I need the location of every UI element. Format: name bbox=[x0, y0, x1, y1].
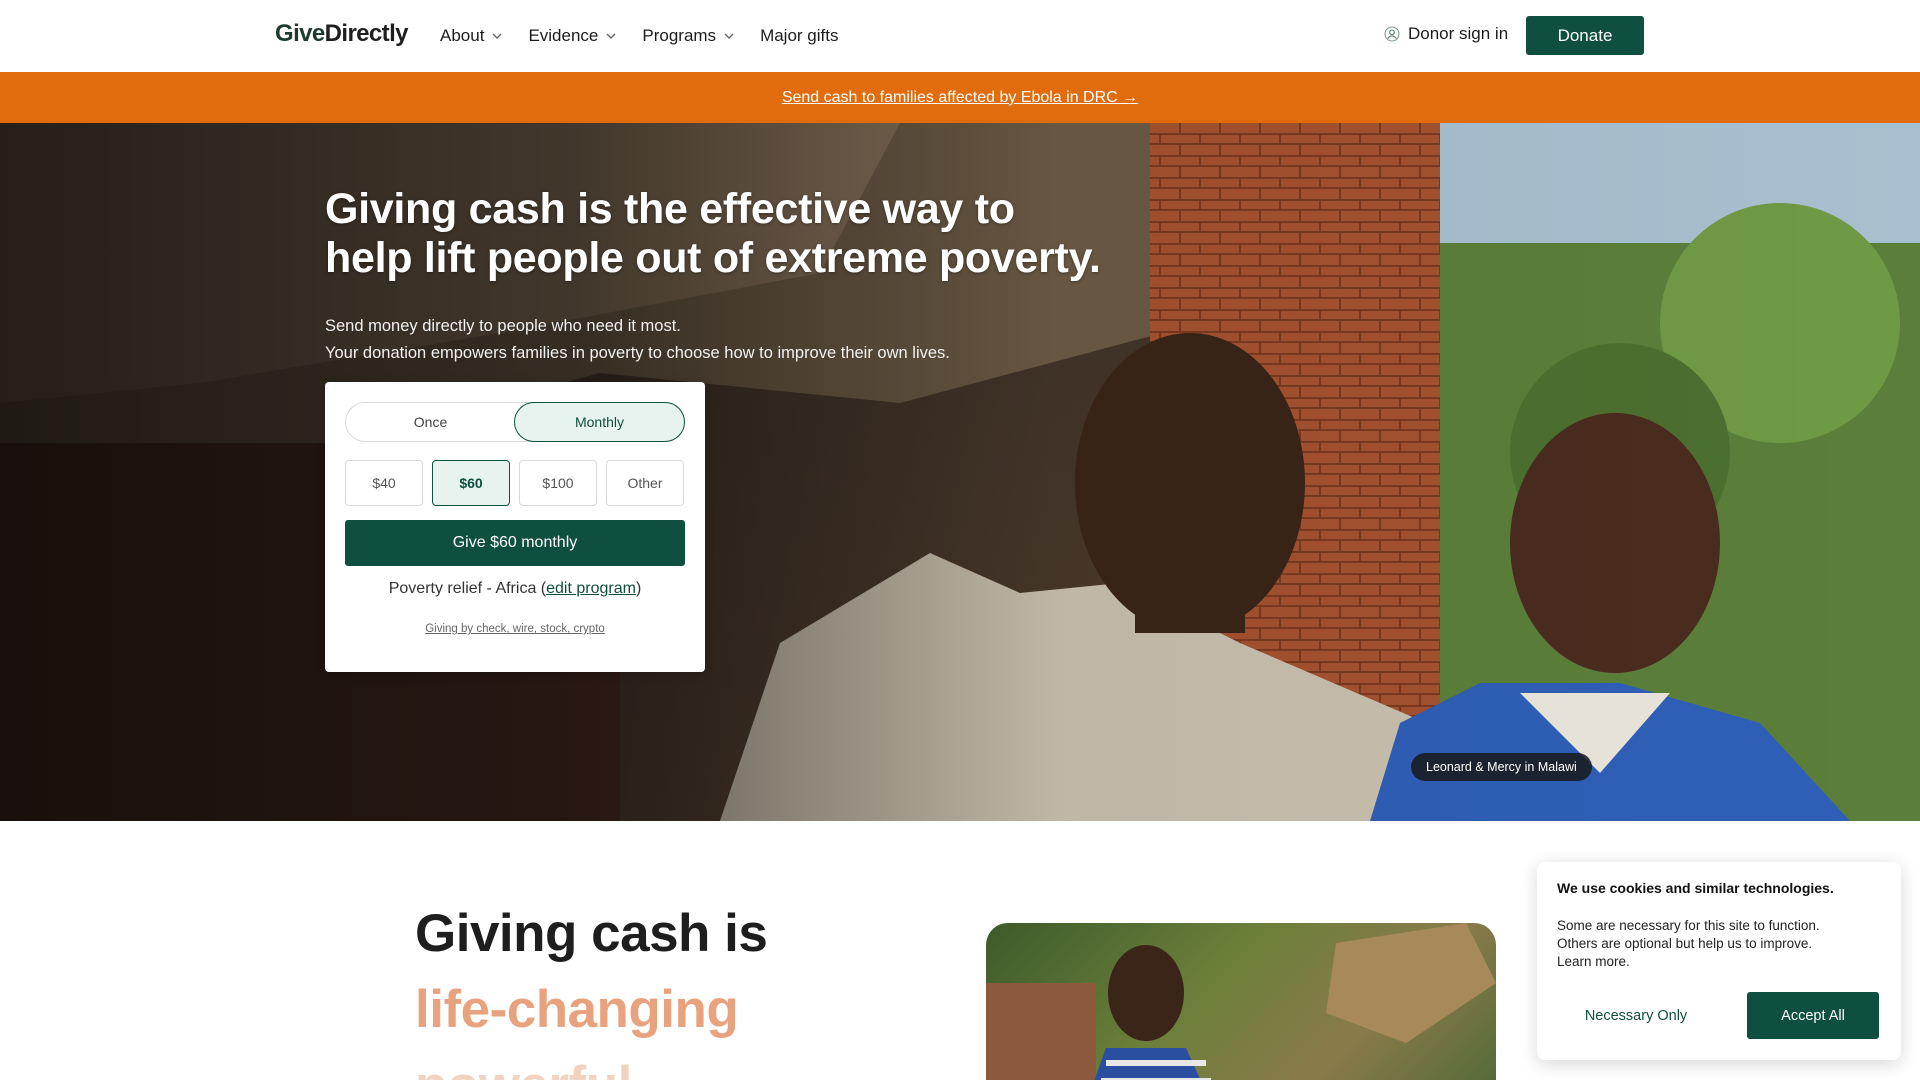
hero-section: Giving cash is the effective way to help… bbox=[0, 123, 1920, 821]
nav-label-about: About bbox=[440, 26, 485, 45]
cookie-body-line-2: Others are optional but help us to impro… bbox=[1557, 936, 1813, 951]
program-selection: Poverty relief - Africa (edit program) bbox=[325, 580, 705, 598]
edit-program-link[interactable]: edit program bbox=[546, 580, 636, 597]
hero-subtitle-line-1: Send money directly to people who need i… bbox=[325, 317, 681, 335]
nav-label-major-gifts: Major gifts bbox=[760, 26, 839, 45]
site-header: GiveDirectly About Evidence Programs Maj… bbox=[0, 0, 1920, 72]
chevron-down-icon bbox=[606, 33, 616, 39]
cookie-consent-dialog: We use cookies and similar technologies.… bbox=[1537, 862, 1901, 1060]
ebola-drc-link[interactable]: Send cash to families affected by Ebola … bbox=[782, 89, 1138, 107]
hero-subtitle-line-2: Your donation empowers families in pover… bbox=[325, 344, 950, 362]
program-paren-close: ) bbox=[635, 580, 642, 597]
nav-item-major-gifts[interactable]: Major gifts bbox=[760, 26, 838, 46]
cookie-body-line-1: Some are necessary for this site to func… bbox=[1557, 918, 1820, 933]
frequency-monthly[interactable]: Monthly bbox=[514, 402, 685, 442]
necessary-only-button[interactable]: Necessary Only bbox=[1557, 992, 1715, 1039]
frequency-once[interactable]: Once bbox=[346, 403, 515, 441]
donor-sign-in-label: Donor sign in bbox=[1408, 24, 1509, 43]
nav-item-about[interactable]: About bbox=[440, 26, 504, 46]
nav-item-programs[interactable]: Programs bbox=[642, 26, 736, 46]
donor-sign-in-link[interactable]: Donor sign in bbox=[1384, 24, 1508, 44]
amount-60[interactable]: $60 bbox=[432, 460, 510, 506]
section-heading-line-1: Giving cash is bbox=[415, 904, 768, 963]
give-monthly-button[interactable]: Give $60 monthly bbox=[345, 520, 685, 566]
amount-100[interactable]: $100 bbox=[519, 460, 597, 506]
nav-label-evidence: Evidence bbox=[528, 26, 599, 45]
nav-item-evidence[interactable]: Evidence bbox=[528, 26, 618, 46]
givedirectly-logo[interactable]: GiveDirectly bbox=[275, 20, 408, 48]
amount-40[interactable]: $40 bbox=[345, 460, 423, 506]
announcement-banner: Send cash to families affected by Ebola … bbox=[0, 72, 1920, 123]
nav-label-programs: Programs bbox=[642, 26, 717, 45]
section-heading-line-2: life-changing bbox=[415, 980, 739, 1039]
other-giving-methods-link[interactable]: Giving by check, wire, stock, crypto bbox=[325, 623, 705, 635]
cookie-learn-more-link[interactable]: Learn more. bbox=[1557, 953, 1877, 971]
logo-text-directly: Directly bbox=[324, 20, 409, 47]
program-name: Poverty relief - Africa ( bbox=[388, 580, 547, 597]
main-nav: About Evidence Programs Major gifts bbox=[440, 0, 838, 72]
recipient-photo bbox=[986, 923, 1496, 1080]
hero-subtitle: Send money directly to people who need i… bbox=[325, 313, 1025, 367]
chevron-down-icon bbox=[492, 33, 502, 39]
section-heading-line-3: powerful bbox=[415, 1055, 632, 1080]
logo-text-give: Give bbox=[275, 20, 325, 47]
chevron-down-icon bbox=[724, 33, 734, 39]
frequency-toggle: Once Monthly bbox=[345, 402, 685, 442]
donate-button[interactable]: Donate bbox=[1526, 16, 1644, 55]
photo-caption: Leonard & Mercy in Malawi bbox=[1411, 753, 1592, 781]
cookie-body: Some are necessary for this site to func… bbox=[1557, 917, 1877, 971]
user-icon bbox=[1384, 26, 1400, 42]
hero-title: Giving cash is the effective way to help… bbox=[325, 185, 1101, 282]
donation-card: Once Monthly $40 $60 $100 Other Give $60… bbox=[325, 382, 705, 672]
amount-options: $40 $60 $100 Other bbox=[345, 460, 685, 506]
accept-all-button[interactable]: Accept All bbox=[1747, 992, 1879, 1039]
amount-other[interactable]: Other bbox=[606, 460, 684, 506]
cookie-title: We use cookies and similar technologies. bbox=[1557, 880, 1834, 896]
recipient-photo-art bbox=[986, 923, 1496, 1080]
